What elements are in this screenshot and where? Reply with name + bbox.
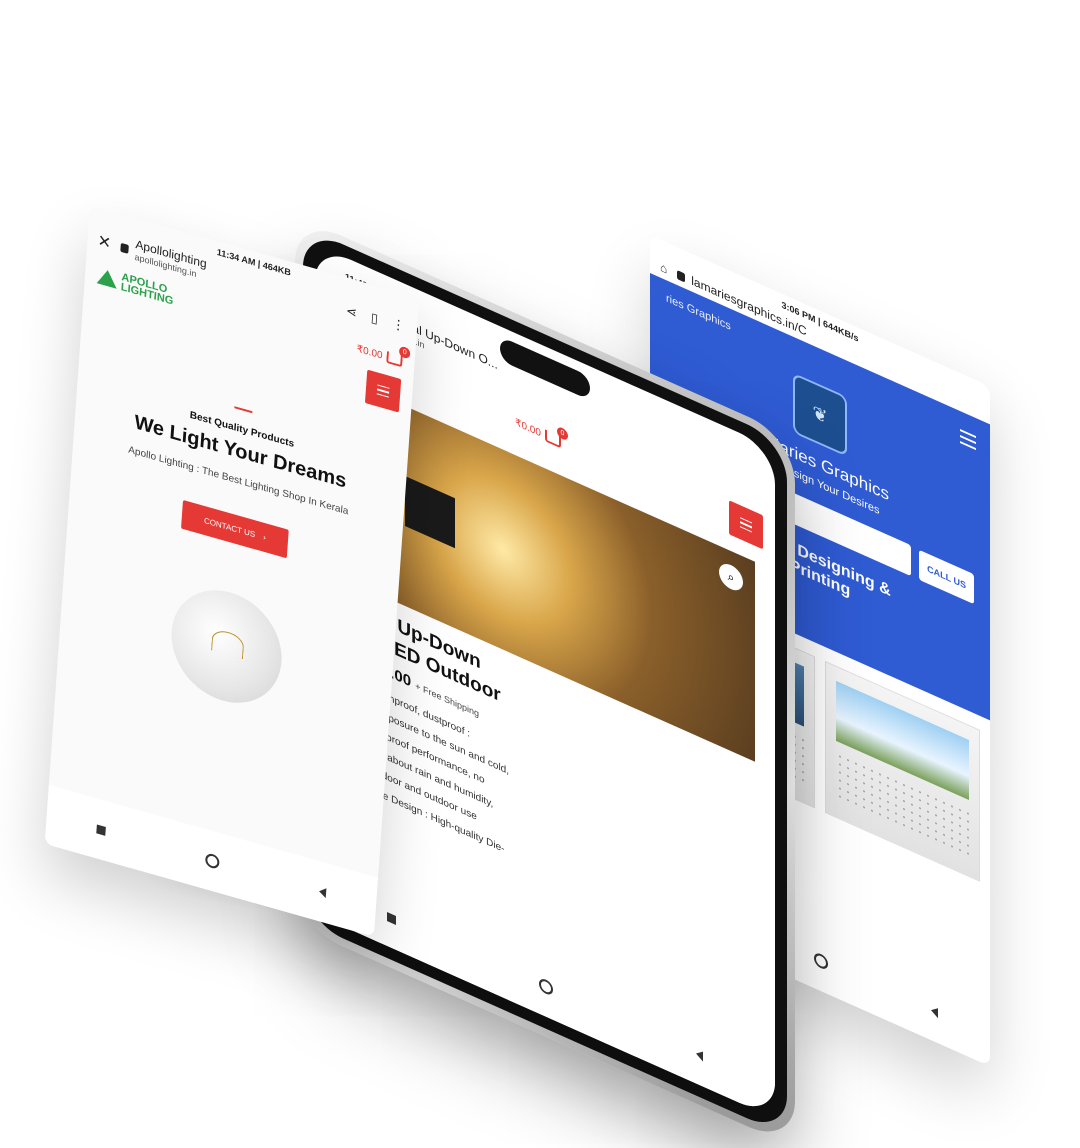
home-button-icon[interactable] bbox=[538, 976, 553, 997]
contact-us-label: CONTACT US bbox=[203, 515, 256, 540]
home-button-icon[interactable] bbox=[204, 852, 220, 870]
swan-logo-icon: ❦ bbox=[793, 372, 847, 457]
cart-amount: ₹0.00 bbox=[356, 343, 383, 362]
share-icon[interactable]: ⋖ bbox=[345, 303, 358, 322]
home-icon[interactable]: ⌂ bbox=[660, 259, 667, 276]
back-icon[interactable] bbox=[931, 1005, 939, 1019]
zoom-icon[interactable]: ⌕ bbox=[719, 559, 743, 595]
back-icon[interactable] bbox=[318, 886, 327, 899]
cart-count-badge: 0 bbox=[556, 425, 568, 442]
back-icon[interactable] bbox=[696, 1048, 704, 1062]
bookmark-icon[interactable]: ▯ bbox=[370, 310, 378, 328]
cart-bag-icon[interactable]: 0 bbox=[386, 345, 411, 368]
cart-bag-icon[interactable]: 0 bbox=[544, 425, 568, 449]
menu-button[interactable] bbox=[728, 500, 763, 550]
cart-count-badge: 0 bbox=[398, 345, 411, 360]
close-icon[interactable]: ✕ bbox=[97, 230, 112, 253]
lock-icon bbox=[677, 269, 686, 283]
lock-icon bbox=[120, 242, 130, 254]
device-mockup-scene: 3:06 PM | 644KB/s ⌂ lamariesgraphics.in/… bbox=[0, 0, 1080, 1148]
logo-triangle-icon bbox=[96, 267, 118, 289]
call-us-button[interactable]: CALL US bbox=[919, 549, 974, 604]
wall-lamp-image bbox=[405, 475, 455, 549]
home-button-icon[interactable] bbox=[813, 951, 828, 972]
accent-divider bbox=[234, 406, 253, 414]
arrow-right-icon: › bbox=[262, 532, 267, 543]
light-bulb-image bbox=[167, 577, 286, 717]
cart[interactable]: ₹0.00 0 bbox=[356, 343, 411, 368]
contact-us-button[interactable]: CONTACT US › bbox=[181, 499, 289, 559]
left-phone-screen: 11:34 AM | 464KB ✕ Apollolighting apollo… bbox=[44, 205, 420, 937]
recent-apps-icon[interactable] bbox=[96, 823, 106, 836]
android-nav-bar bbox=[44, 784, 379, 937]
cart-amount: ₹0.00 bbox=[515, 416, 541, 439]
recent-apps-icon[interactable] bbox=[386, 911, 396, 925]
cart[interactable]: ₹0.00 0 bbox=[515, 416, 568, 449]
more-icon[interactable]: ⋮ bbox=[391, 316, 405, 335]
